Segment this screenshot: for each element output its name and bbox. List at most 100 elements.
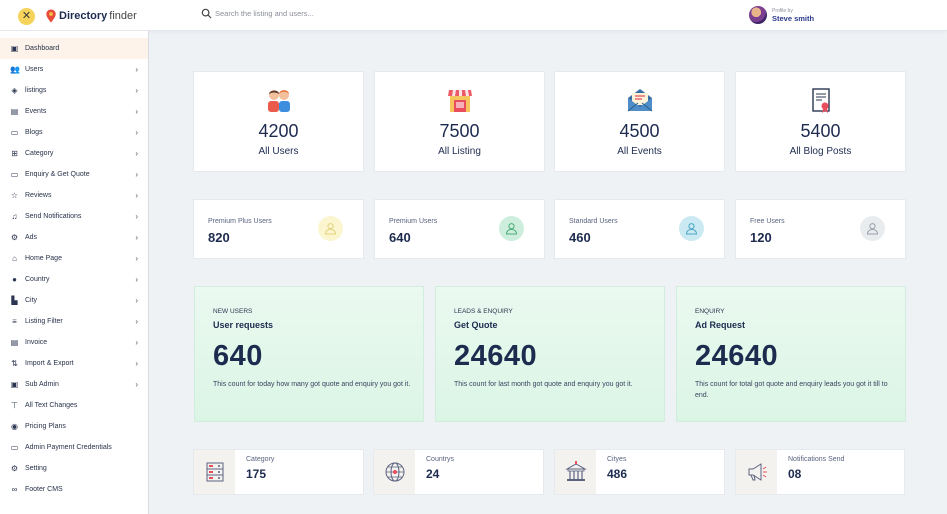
search-bar — [201, 8, 415, 19]
user-type-card-standard[interactable]: Standard Users 460 — [554, 199, 725, 259]
bottom-value: 175 — [246, 467, 267, 481]
user-type-card-free[interactable]: Free Users 120 — [735, 199, 906, 259]
sidebar-item-footer-cms[interactable]: ∞ Footer CMS — [0, 479, 148, 500]
sidebar-item-city[interactable]: ▙ City › — [0, 290, 148, 311]
sidebar-item-label: Reviews — [25, 192, 52, 199]
bottom-label: Cityes — [607, 456, 627, 463]
sidebar-item-label: City — [25, 297, 38, 304]
text-icon: ⊤ — [11, 401, 18, 410]
sidebar-item-label: Send Notifications — [25, 213, 82, 220]
user-type-value: 640 — [389, 230, 411, 245]
layers-icon: ◈ — [11, 86, 18, 95]
highlight-title: Ad Request — [695, 320, 746, 330]
bottom-label: Notifications Send — [788, 456, 845, 463]
sidebar-item-label: Country — [25, 276, 50, 283]
chevron-right-icon: › — [135, 338, 138, 347]
stat-value: 5400 — [800, 121, 841, 141]
close-icon[interactable]: ✕ — [18, 8, 35, 25]
megaphone-icon — [736, 450, 777, 494]
bottom-card-cityes[interactable]: Cityes 486 — [554, 449, 725, 495]
chevron-right-icon: › — [135, 380, 138, 389]
sidebar-item-admin-payment-credentials[interactable]: ▭ Admin Payment Credentials — [0, 437, 148, 458]
user-type-value: 460 — [569, 230, 591, 245]
logo[interactable]: Directory finder — [45, 8, 137, 24]
sidebar-item-label: Users — [25, 66, 44, 73]
sidebar-item-label: Listing Filter — [25, 318, 63, 325]
sidebar-item-label: Events — [25, 108, 47, 115]
sidebar-item-listing-filter[interactable]: ≡ Listing Filter › — [0, 311, 148, 332]
avatar[interactable] — [749, 6, 767, 24]
sidebar-item-all-text-changes[interactable]: ⊤ All Text Changes — [0, 395, 148, 416]
stat-card-all-blog-posts[interactable]: 5400 All Blog Posts — [735, 71, 906, 172]
star-icon: ☆ — [10, 191, 19, 200]
stat-card-all-listing[interactable]: 7500 All Listing — [374, 71, 545, 172]
bottom-card-notifications-send[interactable]: Notifications Send 08 — [735, 449, 905, 495]
chevron-right-icon: › — [135, 359, 138, 368]
category-icon — [194, 450, 235, 494]
sidebar-item-category[interactable]: ⊞ Category › — [0, 143, 148, 164]
sidebar-item-ads[interactable]: ⚙ Ads › — [0, 227, 148, 248]
bottom-card-category[interactable]: Category 175 — [193, 449, 364, 495]
user-icon — [860, 216, 885, 241]
bottom-label: Countrys — [426, 456, 455, 463]
highlight-card-ad-request[interactable]: ENQUIRY Ad Request 24640 This count for … — [676, 286, 906, 422]
highlight-eyebrow: NEW USERS — [213, 308, 253, 315]
sidebar-item-send-notifications[interactable]: ♫ Send Notifications › — [0, 206, 148, 227]
sidebar-item-reviews[interactable]: ☆ Reviews › — [0, 185, 148, 206]
stat-card-all-users[interactable]: 4200 All Users — [193, 71, 364, 172]
payment-icon: ▭ — [10, 443, 19, 452]
sidebar-item-dashboard[interactable]: ▣ Dashboard — [0, 38, 148, 59]
gear-icon: ⚙ — [10, 233, 19, 242]
chevron-right-icon: › — [135, 191, 138, 200]
sidebar-item-sub-admin[interactable]: ▣ Sub Admin › — [0, 374, 148, 395]
user-type-value: 820 — [208, 230, 230, 245]
settings-icon: ⚙ — [10, 464, 19, 473]
sidebar-item-label: Home Page — [25, 255, 62, 262]
highlight-value: 640 — [213, 340, 263, 372]
user-type-card-premium-plus[interactable]: Premium Plus Users 820 — [193, 199, 364, 259]
highlight-card-get-quote[interactable]: LEADS & ENQUIRY Get Quote 24640 This cou… — [435, 286, 665, 422]
highlight-title: User requests — [213, 320, 274, 330]
sidebar-item-label: Import & Export — [25, 360, 74, 367]
sidebar-item-label: Invoice — [25, 339, 48, 346]
sidebar-item-listings[interactable]: ◈ listings › — [0, 80, 148, 101]
sidebar-item-setting[interactable]: ⚙ Setting — [0, 458, 148, 479]
sidebar-item-blogs[interactable]: ▭ Blogs › — [0, 122, 148, 143]
sidebar-item-label: Setting — [25, 465, 47, 472]
user-type-card-premium[interactable]: Premium Users 640 — [374, 199, 545, 259]
stat-value: 7500 — [439, 121, 480, 141]
events-icon: ▤ — [10, 107, 19, 116]
sidebar-item-import-export[interactable]: ⇅ Import & Export › — [0, 353, 148, 374]
stat-label: All Events — [617, 146, 662, 157]
stat-label: All Listing — [438, 146, 481, 157]
stat-value: 4200 — [258, 121, 299, 141]
map-pin-icon — [46, 9, 56, 23]
chevron-right-icon: › — [135, 128, 138, 137]
users-icon: 👥 — [10, 65, 20, 74]
search-input[interactable] — [215, 9, 415, 18]
user-icon — [679, 216, 704, 241]
sidebar-item-users[interactable]: 👥 Users › — [0, 59, 148, 80]
stat-card-all-events[interactable]: 4500 All Events — [554, 71, 725, 172]
highlight-description: This count for total got quote and enqui… — [695, 381, 888, 399]
filter-icon: ≡ — [12, 317, 17, 326]
bottom-card-countrys[interactable]: Countrys 24 — [373, 449, 544, 495]
sidebar-item-label: Dashboard — [25, 45, 60, 52]
sidebar-item-invoice[interactable]: ▤ Invoice › — [0, 332, 148, 353]
sidebar-item-label: listings — [25, 87, 47, 94]
store-icon — [447, 90, 472, 112]
sidebar-item-enquiry[interactable]: ▭ Enquiry & Get Quote › — [0, 164, 148, 185]
chevron-right-icon: › — [135, 149, 138, 158]
sidebar-item-events[interactable]: ▤ Events › — [0, 101, 148, 122]
highlight-card-user-requests[interactable]: NEW USERS User requests 640 This count f… — [194, 286, 424, 422]
pricing-icon: ◉ — [11, 422, 18, 431]
sidebar-item-home-page[interactable]: ⌂ Home Page › — [0, 248, 148, 269]
sidebar-item-country[interactable]: ● Country › — [0, 269, 148, 290]
home-icon: ⌂ — [12, 254, 17, 263]
profile-menu[interactable]: Profile by Steve smith — [749, 6, 814, 24]
user-type-label: Free Users — [750, 218, 785, 225]
grid-icon: ⊞ — [11, 149, 18, 158]
chevron-right-icon: › — [135, 233, 138, 242]
user-icon — [318, 216, 343, 241]
sidebar-item-pricing-plans[interactable]: ◉ Pricing Plans — [0, 416, 148, 437]
